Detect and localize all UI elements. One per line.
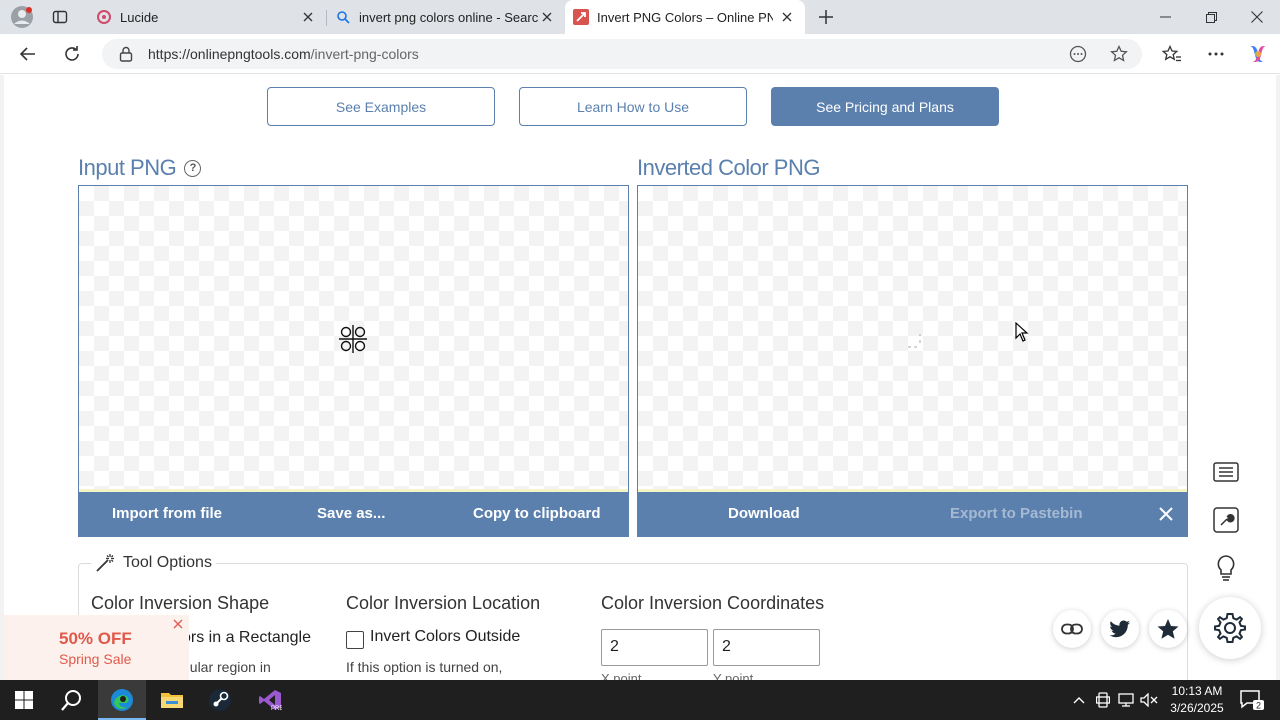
link-icon[interactable] xyxy=(1053,610,1091,648)
show-hidden-icons-chevron-icon[interactable] xyxy=(1068,680,1090,720)
pricing-button[interactable]: See Pricing and Plans xyxy=(771,87,999,126)
clock-date: 3/26/2025 xyxy=(1170,701,1224,715)
edge-browser-icon[interactable] xyxy=(98,680,146,720)
copy-to-clipboard-button[interactable]: Copy to clipboard xyxy=(473,505,601,522)
import-from-file-button[interactable]: Import from file xyxy=(112,505,222,522)
close-tab-icon[interactable] xyxy=(300,9,316,25)
y-point-input[interactable]: 2 xyxy=(713,629,820,666)
start-windows-icon[interactable] xyxy=(0,680,48,720)
promo-discount: 50% OFF xyxy=(59,629,132,648)
save-as-button[interactable]: Save as... xyxy=(317,505,385,522)
more-tools-icon[interactable] xyxy=(1068,44,1088,64)
notification-count: 2 xyxy=(1256,701,1261,711)
favorite-star-icon[interactable] xyxy=(1109,44,1129,64)
windows-taskbar: PRE 10:13 AM 3/26/2025 2 xyxy=(0,680,1280,720)
clock-time: 10:13 AM xyxy=(1171,684,1223,698)
address-toolbar: https://onlinepngtools.com/invert-png-co… xyxy=(0,34,1280,74)
onlinepngtools-favicon-icon xyxy=(573,9,589,25)
mouse-cursor-icon xyxy=(1015,322,1029,342)
url-text: https://onlinepngtools.com/invert-png-co… xyxy=(148,46,419,62)
input-action-bar: Import from file Save as... Copy to clip… xyxy=(78,492,629,537)
tab-title: invert png colors online - Search xyxy=(359,9,539,25)
network-icon[interactable] xyxy=(1115,680,1137,720)
x-point-label: X point xyxy=(601,671,642,680)
browser-tab-bar: Lucide invert png colors online - Search… xyxy=(0,0,1280,34)
refresh-button[interactable] xyxy=(56,38,88,70)
taskbar-clock[interactable]: 10:13 AM 3/26/2025 xyxy=(1162,683,1232,717)
steam-icon[interactable] xyxy=(196,680,244,720)
rectangle-option-label[interactable]: ors in a Rectangle xyxy=(182,629,311,647)
favorites-icon[interactable] xyxy=(1156,38,1188,70)
file-explorer-icon[interactable] xyxy=(148,680,196,720)
close-promo-icon[interactable] xyxy=(171,617,185,631)
invert-outside-label[interactable]: Invert Colors Outside xyxy=(370,628,520,646)
tool-options-legend: Tool Options xyxy=(91,553,216,573)
input-png-canvas[interactable] xyxy=(78,185,629,492)
see-examples-button[interactable]: See Examples xyxy=(267,87,495,126)
export-to-pastebin-button[interactable]: Export to Pastebin xyxy=(950,505,1083,522)
output-panel-title: Inverted Color PNG xyxy=(637,155,820,181)
site-info-lock-icon[interactable] xyxy=(116,44,136,64)
spring-sale-promo[interactable]: 50% OFF Spring Sale xyxy=(4,615,189,680)
tab-title: Invert PNG Colors – Online PNG Maker xyxy=(597,9,773,25)
tab-actions-icon[interactable] xyxy=(44,1,76,33)
volume-muted-icon[interactable] xyxy=(1138,680,1160,720)
shape-heading: Color Inversion Shape xyxy=(91,593,270,613)
tool-options-label: Tool Options xyxy=(123,554,212,571)
invert-outside-checkbox[interactable] xyxy=(346,631,364,649)
output-png-canvas[interactable] xyxy=(637,185,1188,492)
output-action-bar: Download Export to Pastebin xyxy=(637,492,1188,537)
y-point-label: Y point xyxy=(713,671,754,680)
output-title-text: Inverted Color PNG xyxy=(637,155,820,180)
promo-label: Spring Sale xyxy=(59,651,132,667)
learn-how-button[interactable]: Learn How to Use xyxy=(519,87,747,126)
tab-lucide[interactable]: Lucide xyxy=(86,0,326,34)
close-icon[interactable] xyxy=(1156,504,1176,524)
coordinates-heading: Color Inversion Coordinates xyxy=(601,593,825,613)
search-icon[interactable] xyxy=(48,680,96,720)
download-button[interactable]: Download xyxy=(728,505,800,522)
page-viewport: See Examples Learn How to Use See Pricin… xyxy=(0,75,1280,680)
location-description: If this option is turned on, xyxy=(346,659,503,675)
svg-text:PRE: PRE xyxy=(271,706,282,712)
address-bar[interactable]: https://onlinepngtools.com/invert-png-co… xyxy=(102,39,1142,69)
settings-more-icon[interactable] xyxy=(1200,38,1232,70)
device-icon[interactable] xyxy=(1092,680,1114,720)
tool-options-panel: Tool Options Color Inversion Shape ors i… xyxy=(78,553,1188,680)
new-tab-button[interactable] xyxy=(810,1,842,33)
star-icon[interactable] xyxy=(1149,610,1187,648)
x-point-input[interactable]: 2 xyxy=(601,629,708,666)
lightbulb-icon[interactable] xyxy=(1206,548,1246,588)
shape-description: gular region in xyxy=(182,659,271,675)
input-panel-title: Input PNG ? xyxy=(78,155,202,181)
tab-title: Lucide xyxy=(120,9,159,25)
help-icon[interactable]: ? xyxy=(184,159,202,177)
tab-search[interactable]: invert png colors online - Search xyxy=(327,0,565,34)
close-window-button[interactable] xyxy=(1234,0,1280,34)
text-list-icon[interactable] xyxy=(1206,452,1246,492)
notification-center-icon[interactable]: 2 xyxy=(1236,680,1268,720)
profile-avatar[interactable] xyxy=(6,1,38,33)
input-title-text: Input PNG xyxy=(78,155,177,180)
back-button[interactable] xyxy=(12,38,44,70)
location-heading: Color Inversion Location xyxy=(346,593,541,613)
magic-wand-icon xyxy=(96,554,114,572)
page-content: See Examples Learn How to Use See Pricin… xyxy=(4,75,1276,680)
search-favicon-icon xyxy=(335,9,351,25)
twitter-icon[interactable] xyxy=(1101,610,1139,648)
tab-invert-png[interactable]: Invert PNG Colors – Online PNG Maker xyxy=(565,0,805,34)
restore-button[interactable] xyxy=(1188,0,1234,34)
wrench-icon[interactable] xyxy=(1206,500,1246,540)
output-image-preview xyxy=(908,334,921,348)
copilot-icon[interactable] xyxy=(1242,38,1274,70)
close-tab-icon[interactable] xyxy=(539,9,555,25)
gear-icon[interactable] xyxy=(1199,597,1261,659)
input-image-preview xyxy=(339,325,367,353)
lucide-favicon-icon xyxy=(96,9,112,25)
visual-studio-icon[interactable]: PRE xyxy=(246,680,294,720)
close-tab-icon[interactable] xyxy=(779,9,795,25)
minimize-button[interactable] xyxy=(1142,0,1188,34)
